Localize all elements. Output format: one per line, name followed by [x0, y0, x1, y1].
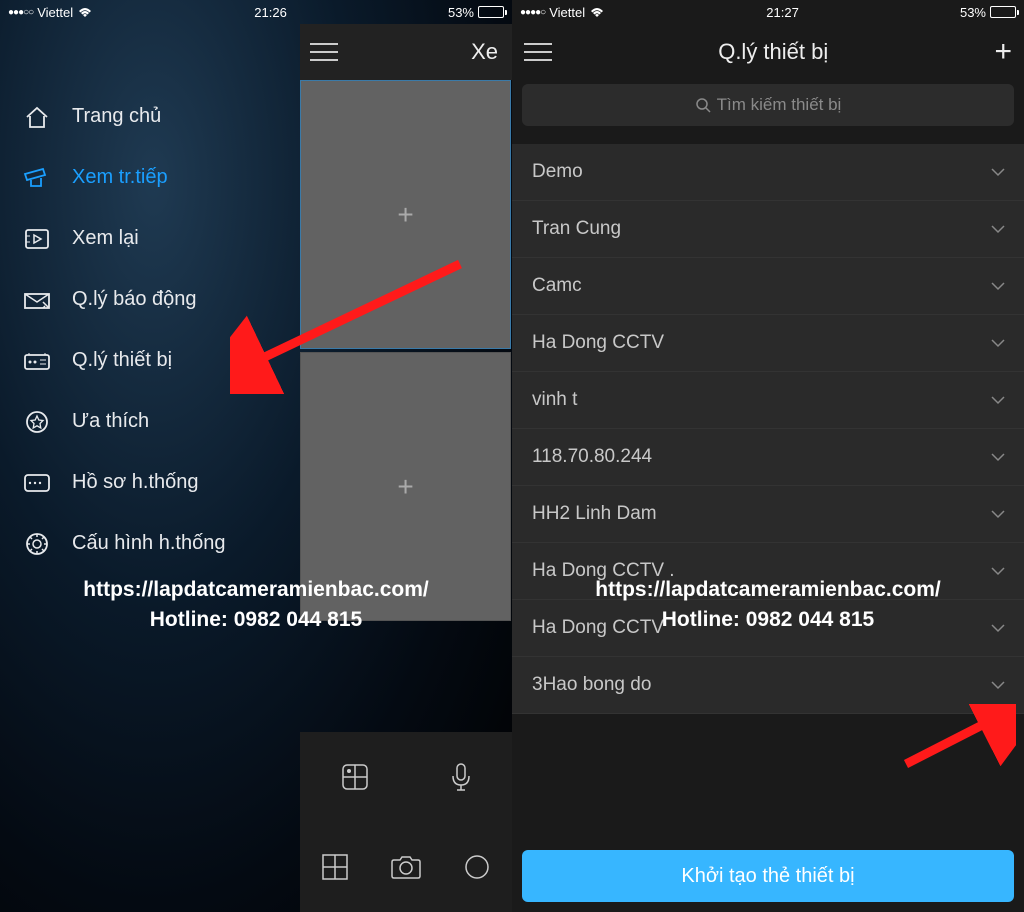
photo-camera-icon[interactable]	[390, 854, 422, 880]
battery-percent: 53%	[960, 5, 986, 20]
chevron-down-icon	[990, 167, 1006, 177]
device-name: Demo	[532, 161, 583, 183]
device-name: vinh t	[532, 389, 577, 411]
device-icon	[22, 348, 52, 374]
sidebar-item-playback[interactable]: Xem lại	[0, 208, 300, 269]
sidebar-item-camera[interactable]: Xem tr.tiếp	[0, 147, 300, 208]
device-row[interactable]: 118.70.80.244	[512, 429, 1024, 486]
screenshot-left: ●●●○○ Viettel 21:26 53% Trang chủ Xem tr.…	[0, 0, 512, 912]
grid-icon[interactable]	[320, 852, 350, 882]
chevron-down-icon	[990, 395, 1006, 405]
preview-grid: + +	[300, 80, 512, 800]
wifi-icon	[77, 6, 93, 18]
settings-icon	[22, 531, 52, 557]
signal-dots: ●●●●○	[520, 7, 545, 18]
sidebar-item-label: Hồ sơ h.thống	[72, 471, 199, 494]
chevron-down-icon	[990, 452, 1006, 462]
chevron-down-icon	[990, 338, 1006, 348]
menu-button[interactable]	[310, 43, 338, 61]
search-input[interactable]: Tìm kiếm thiết bị	[522, 84, 1014, 126]
profile-icon	[22, 470, 52, 496]
chevron-down-icon	[990, 680, 1006, 690]
page-title: Q.lý thiết bị	[552, 39, 994, 65]
sidebar-item-label: Ưa thích	[72, 410, 149, 433]
sidebar-item-home[interactable]: Trang chủ	[0, 86, 300, 147]
button-label: Khởi tạo thẻ thiết bị	[681, 865, 854, 888]
device-row[interactable]: 3Hao bong do	[512, 657, 1024, 714]
mic-icon[interactable]	[450, 762, 472, 792]
sidebar-item-label: Xem lại	[72, 227, 139, 250]
device-name: Tran Cung	[532, 218, 621, 240]
refresh-icon[interactable]	[462, 852, 492, 882]
sidebar-item-label: Xem tr.tiếp	[72, 166, 168, 189]
battery-icon	[478, 6, 504, 18]
header-title-partial: Xe	[338, 39, 502, 65]
device-row[interactable]: Ha Dong CCTV	[512, 315, 1024, 372]
watermark-url: https://lapdatcameramienbac.com/	[512, 575, 1024, 604]
device-row[interactable]: Camc	[512, 258, 1024, 315]
sidebar-item-label: Q.lý thiết bị	[72, 349, 172, 372]
watermark: https://lapdatcameramienbac.com/ Hotline…	[512, 575, 1024, 634]
annotation-arrow	[896, 704, 1016, 774]
sidebar-item-device[interactable]: Q.lý thiết bị	[0, 330, 300, 391]
chevron-down-icon	[990, 224, 1006, 234]
chevron-down-icon	[990, 509, 1006, 519]
watermark-hotline: Hotline: 0982 044 815	[0, 605, 512, 634]
sidebar-item-alarm[interactable]: Q.lý báo động	[0, 269, 300, 330]
sidebar-item-label: Q.lý báo động	[72, 288, 197, 311]
watermark-hotline: Hotline: 0982 044 815	[512, 605, 1024, 634]
menu-button[interactable]	[524, 43, 552, 61]
favorite-icon	[22, 409, 52, 435]
sidebar-item-favorite[interactable]: Ưa thích	[0, 391, 300, 452]
sidebar-item-label: Cấu hình h.thống	[72, 532, 225, 555]
status-bar: ●●●●○ Viettel 21:27 53%	[512, 0, 1024, 24]
init-device-card-button[interactable]: Khởi tạo thẻ thiết bị	[522, 850, 1014, 902]
chevron-down-icon	[990, 281, 1006, 291]
screenshot-right: ●●●●○ Viettel 21:27 53% Q.lý thiết bị + …	[512, 0, 1024, 912]
wifi-icon	[589, 6, 605, 18]
signal-dots: ●●●○○	[8, 7, 33, 18]
status-bar: ●●●○○ Viettel 21:26 53%	[0, 0, 512, 24]
device-row[interactable]: Demo	[512, 144, 1024, 201]
watermark-url: https://lapdatcameramienbac.com/	[0, 575, 512, 604]
camera-tile-add[interactable]: +	[300, 80, 511, 349]
layout-icon[interactable]	[340, 762, 370, 792]
app-header-partial: Xe	[300, 24, 512, 80]
device-name: Camc	[532, 275, 582, 297]
add-device-button[interactable]: +	[994, 35, 1012, 69]
playback-icon	[22, 226, 52, 252]
search-placeholder: Tìm kiếm thiết bị	[717, 95, 842, 115]
device-name: 3Hao bong do	[532, 674, 651, 696]
clock: 21:26	[254, 5, 287, 20]
carrier-label: Viettel	[549, 5, 585, 20]
battery-percent: 53%	[448, 5, 474, 20]
home-icon	[22, 104, 52, 130]
sidebar-menu: Trang chủ Xem tr.tiếp Xem lại Q.lý báo động…	[0, 24, 300, 912]
carrier-label: Viettel	[37, 5, 73, 20]
camera-icon	[22, 165, 52, 191]
sidebar-item-settings[interactable]: Cấu hình h.thống	[0, 513, 300, 574]
watermark: https://lapdatcameramienbac.com/ Hotline…	[0, 575, 512, 634]
bottom-toolbar	[300, 732, 512, 912]
device-name: 118.70.80.244	[532, 446, 652, 468]
sidebar-item-profile[interactable]: Hồ sơ h.thống	[0, 452, 300, 513]
battery-icon	[990, 6, 1016, 18]
clock: 21:27	[766, 5, 799, 20]
device-row[interactable]: Tran Cung	[512, 201, 1024, 258]
device-row[interactable]: HH2 Linh Dam	[512, 486, 1024, 543]
device-row[interactable]: vinh t	[512, 372, 1024, 429]
alarm-icon	[22, 287, 52, 313]
device-name: HH2 Linh Dam	[532, 503, 657, 525]
search-icon	[695, 97, 711, 113]
app-header: Q.lý thiết bị +	[512, 24, 1024, 80]
device-name: Ha Dong CCTV	[532, 332, 664, 354]
sidebar-item-label: Trang chủ	[72, 105, 161, 128]
